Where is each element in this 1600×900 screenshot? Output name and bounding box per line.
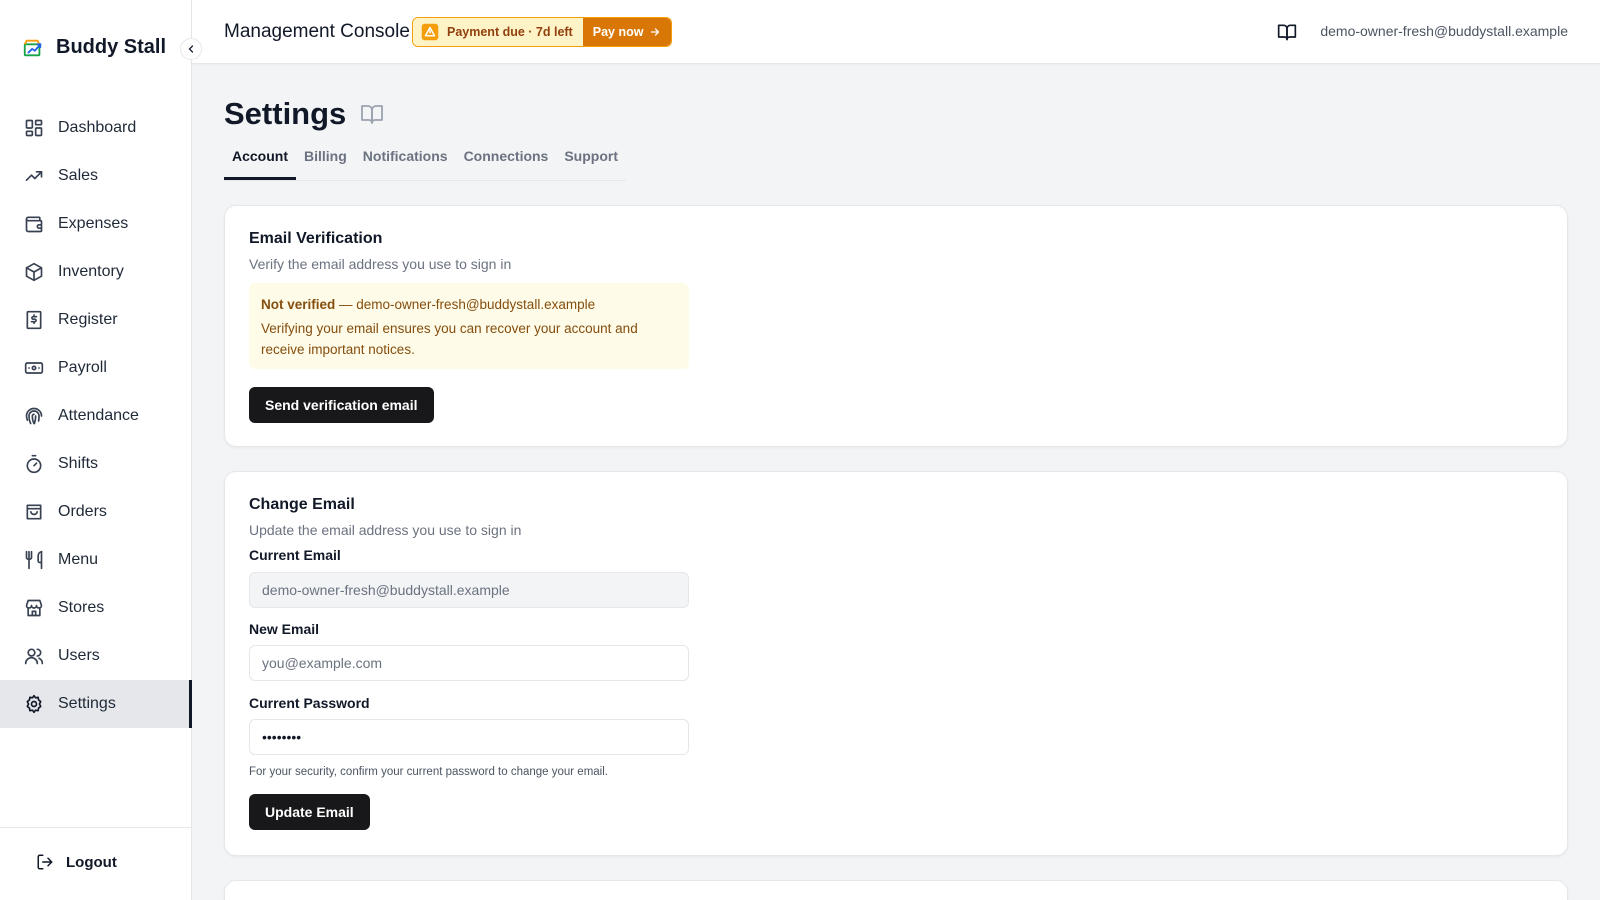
- sidebar-item-label: Attendance: [58, 407, 139, 424]
- next-settings-card: [224, 880, 1568, 900]
- logout-label: Logout: [66, 853, 117, 871]
- sidebar-item-dashboard[interactable]: Dashboard: [0, 104, 192, 152]
- status-separator: —: [335, 297, 357, 312]
- sidebar-item-label: Expenses: [58, 215, 129, 232]
- sidebar-item-label: Stores: [58, 599, 105, 616]
- store-icon: [24, 598, 44, 618]
- current-email-field: [249, 572, 689, 608]
- tab-connections[interactable]: Connections: [456, 148, 557, 180]
- verification-status-notice: Not verified — demo-owner-fresh@buddysta…: [249, 283, 689, 369]
- shopping-bag-icon: [24, 502, 44, 522]
- receipt-icon: [24, 310, 44, 330]
- sidebar-item-orders[interactable]: Orders: [0, 488, 192, 536]
- payment-due-text: Payment due · 7d left: [447, 25, 573, 39]
- page-header: Settings: [224, 96, 384, 132]
- sidebar-item-label: Inventory: [58, 263, 124, 280]
- pay-now-button[interactable]: Pay now: [582, 18, 672, 46]
- sidebar-nav: Dashboard Sales Expenses Inventory Regis…: [0, 104, 192, 728]
- current-password-field[interactable]: [249, 719, 689, 755]
- sidebar-item-payroll[interactable]: Payroll: [0, 344, 192, 392]
- sidebar-divider: [0, 827, 192, 828]
- card-subtitle: Verify the email address you use to sign…: [249, 256, 512, 272]
- topbar: Management Console Payment due · 7d left…: [192, 0, 1600, 64]
- logout-icon: [37, 854, 53, 870]
- settings-tabs: Account Billing Notifications Connection…: [224, 148, 626, 181]
- banknote-icon: [24, 358, 44, 378]
- card-title: Email Verification: [249, 230, 383, 247]
- collapse-sidebar-button[interactable]: [180, 38, 202, 60]
- send-verification-email-button[interactable]: Send verification email: [249, 387, 434, 423]
- tab-support[interactable]: Support: [556, 148, 626, 180]
- chevron-left-icon: [188, 45, 194, 53]
- sidebar-item-attendance[interactable]: Attendance: [0, 392, 192, 440]
- sidebar-item-users[interactable]: Users: [0, 632, 192, 680]
- sidebar-item-register[interactable]: Register: [0, 296, 192, 344]
- warning-icon: [421, 23, 439, 41]
- pay-now-label: Pay now: [592, 25, 644, 39]
- trending-up-icon: [24, 166, 44, 186]
- sidebar-item-label: Sales: [58, 167, 99, 184]
- brand[interactable]: Buddy Stall: [22, 36, 166, 59]
- update-email-button[interactable]: Update Email: [249, 794, 370, 830]
- sidebar: Buddy Stall Dashboard Sales Expenses Inv…: [0, 0, 192, 900]
- payment-due-info: Payment due · 7d left: [413, 18, 583, 46]
- sidebar-item-settings[interactable]: Settings: [0, 680, 192, 728]
- timer-icon: [24, 454, 44, 474]
- verification-message: Verifying your email ensures you can rec…: [261, 321, 638, 357]
- dashboard-icon: [24, 118, 44, 138]
- email-verification-card: Email Verification Verify the email addr…: [224, 205, 1568, 447]
- sidebar-item-label: Payroll: [58, 359, 107, 376]
- tab-account[interactable]: Account: [224, 148, 296, 180]
- sidebar-item-stores[interactable]: Stores: [0, 584, 192, 632]
- tab-billing[interactable]: Billing: [296, 148, 355, 180]
- sidebar-item-label: Orders: [58, 503, 107, 520]
- sidebar-item-label: Dashboard: [58, 119, 137, 136]
- store-logo-icon: [23, 39, 42, 56]
- card-title: Change Email: [249, 496, 355, 513]
- sidebar-item-label: Shifts: [58, 455, 99, 472]
- sidebar-item-label: Users: [58, 647, 100, 664]
- new-email-field[interactable]: [249, 645, 689, 681]
- status-email: demo-owner-fresh@buddystall.example: [356, 297, 596, 312]
- docs-book-icon[interactable]: [1277, 22, 1297, 42]
- card-subtitle: Update the email address you use to sign…: [249, 522, 522, 538]
- sidebar-item-label: Settings: [58, 695, 116, 712]
- sidebar-item-inventory[interactable]: Inventory: [0, 248, 192, 296]
- user-email[interactable]: demo-owner-fresh@buddystall.example: [1320, 23, 1568, 39]
- sidebar-item-sales[interactable]: Sales: [0, 152, 192, 200]
- current-email-label: Current Email: [249, 547, 341, 563]
- gear-icon: [24, 694, 44, 714]
- password-helper-text: For your security, confirm your current …: [249, 766, 608, 778]
- payment-due-banner: Payment due · 7d left Pay now: [412, 17, 673, 47]
- sidebar-item-expenses[interactable]: Expenses: [0, 200, 192, 248]
- fingerprint-icon: [24, 406, 44, 426]
- users-icon: [24, 646, 44, 666]
- console-title: Management Console: [224, 21, 410, 42]
- sidebar-item-label: Menu: [58, 551, 99, 568]
- wallet-icon: [24, 214, 44, 234]
- logout-button[interactable]: Logout: [36, 853, 117, 871]
- sidebar-item-label: Register: [58, 311, 118, 328]
- utensils-icon: [24, 550, 44, 570]
- help-book-icon[interactable]: [360, 102, 384, 126]
- new-email-label: New Email: [249, 621, 320, 637]
- package-icon: [24, 262, 44, 282]
- change-email-card: Change Email Update the email address yo…: [224, 471, 1568, 856]
- tab-notifications[interactable]: Notifications: [355, 148, 456, 180]
- sidebar-item-shifts[interactable]: Shifts: [0, 440, 192, 488]
- verification-status-line: Not verified — demo-owner-fresh@buddysta…: [261, 295, 677, 315]
- arrow-right-icon: [651, 28, 660, 36]
- brand-name: Buddy Stall: [56, 36, 167, 58]
- sidebar-item-menu[interactable]: Menu: [0, 536, 192, 584]
- status-label: Not verified: [261, 297, 336, 312]
- page-title: Settings: [224, 96, 347, 131]
- current-password-label: Current Password: [249, 695, 370, 711]
